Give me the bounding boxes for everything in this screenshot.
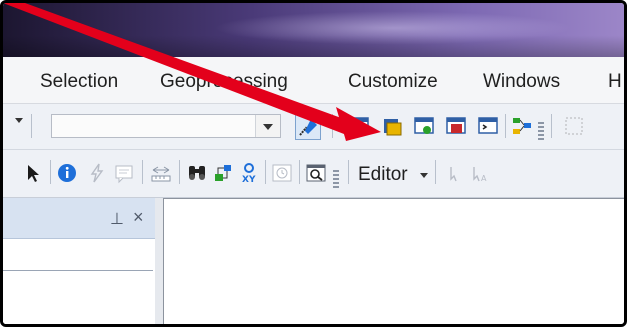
select-pointer-icon[interactable] — [23, 162, 45, 184]
go-to-xy-icon[interactable]: XY — [238, 162, 260, 185]
title-bar — [3, 3, 624, 57]
toolbar-grip[interactable] — [538, 122, 544, 140]
pane-splitter[interactable] — [155, 198, 163, 324]
hyperlink-icon — [86, 162, 108, 184]
dropdown-arrow-icon[interactable] — [15, 118, 23, 123]
chevron-down-icon[interactable] — [255, 115, 280, 137]
attribute-table-icon[interactable] — [348, 115, 370, 137]
edit-tool-icon — [443, 162, 465, 184]
svg-text:XY: XY — [242, 175, 256, 184]
svg-text:A: A — [481, 174, 487, 183]
toc-content — [3, 270, 153, 324]
scale-combo-field[interactable] — [52, 115, 256, 137]
editor-toolbar-icon[interactable] — [295, 114, 321, 140]
table-of-contents-pane: ⊥ × — [3, 198, 156, 324]
edit-annotation-icon: A — [469, 162, 491, 184]
toolbar-grip[interactable] — [333, 170, 339, 188]
tools-toolbar: XY Editor A — [3, 150, 624, 198]
toc-header: ⊥ × — [3, 198, 155, 239]
menu-geoprocessing[interactable]: Geoprocessing — [160, 71, 288, 93]
partial-tool-icon[interactable] — [563, 115, 585, 137]
arctoolbox-icon[interactable] — [445, 115, 467, 137]
pin-icon[interactable]: ⊥ — [110, 209, 124, 229]
identify-icon[interactable] — [56, 162, 78, 184]
scale-combo[interactable] — [51, 114, 281, 138]
catalog-window-icon[interactable] — [381, 115, 403, 137]
python-window-icon[interactable] — [477, 115, 499, 137]
menu-help[interactable]: H — [608, 71, 622, 93]
menu-selection[interactable]: Selection — [40, 71, 118, 93]
find-route-icon[interactable] — [212, 162, 234, 184]
menu-bar: Selection Geoprocessing Customize Window… — [3, 57, 624, 104]
close-icon[interactable]: × — [133, 207, 144, 228]
menu-customize[interactable]: Customize — [348, 71, 438, 93]
measure-icon[interactable] — [150, 162, 172, 184]
editor-menu[interactable]: Editor — [358, 164, 408, 186]
html-popup-icon — [113, 162, 135, 184]
magnifier-window-icon[interactable] — [305, 162, 327, 184]
editor-dropdown-icon[interactable] — [420, 173, 428, 178]
app-window: Selection Geoprocessing Customize Window… — [0, 0, 627, 327]
time-slider-icon — [271, 162, 293, 184]
search-window-icon[interactable] — [413, 115, 435, 137]
standard-toolbar — [3, 104, 624, 150]
menu-windows[interactable]: Windows — [483, 71, 560, 93]
model-builder-icon[interactable] — [511, 115, 533, 137]
map-view[interactable] — [163, 198, 624, 324]
find-icon[interactable] — [186, 162, 208, 184]
